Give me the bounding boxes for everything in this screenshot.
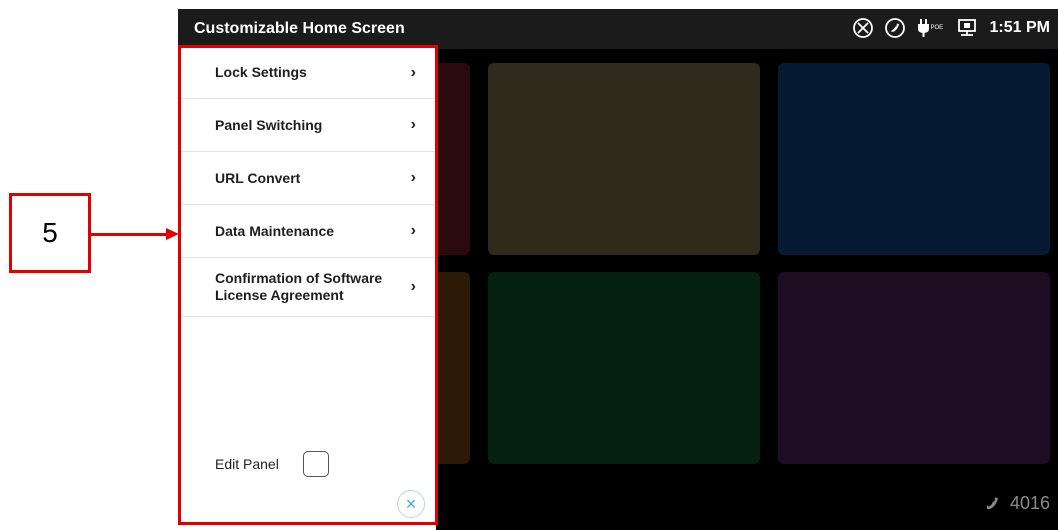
menu-item-label: Data Maintenance (215, 222, 335, 239)
extension-number-text: 4016 (1009, 493, 1050, 513)
home-tile-6[interactable] (778, 272, 1050, 464)
settings-drawer: Lock Settings › Panel Switching › URL Co… (178, 47, 436, 530)
menu-item-label: Confirmation of Software License Agreeme… (215, 270, 383, 303)
edit-panel-label: Edit Panel (215, 456, 279, 472)
chevron-right-icon: › (410, 222, 416, 239)
home-tile-3[interactable] (778, 63, 1050, 255)
close-drawer-button[interactable]: × (397, 490, 425, 518)
menu-item-panel-switching[interactable]: Panel Switching › (178, 99, 434, 152)
extension-number: 4016 (984, 493, 1050, 514)
menu-item-lock-settings[interactable]: Lock Settings › (178, 47, 434, 99)
status-bar: Customizable Home Screen POE 1:51 PM (178, 9, 1058, 49)
menu-item-label: Lock Settings (215, 64, 307, 80)
callout-number: 5 (42, 217, 58, 248)
screen-title: Customizable Home Screen (194, 20, 405, 37)
home-tile-2[interactable] (488, 63, 760, 255)
device-screen: 4016 Customizable Home Screen POE 1:51 P… (178, 9, 1058, 530)
edit-panel-checkbox[interactable] (303, 451, 329, 477)
poe-label: POE (930, 25, 943, 31)
callout-line (91, 233, 167, 236)
chevron-right-icon: › (410, 169, 416, 186)
home-tile-5[interactable] (488, 272, 760, 464)
chevron-right-icon: › (410, 116, 416, 133)
menu-item-label: Panel Switching (215, 116, 323, 133)
phone-handset-icon (986, 497, 998, 509)
network-disconnected-icon (852, 18, 873, 38)
close-icon: × (405, 493, 417, 514)
chevron-right-icon: › (410, 63, 416, 81)
menu-item-label: URL Convert (215, 169, 301, 186)
clock: 1:51 PM (989, 19, 1050, 36)
menu-item-license-agreement[interactable]: Confirmation of Software License Agreeme… (178, 258, 434, 317)
menu-item-url-convert[interactable]: URL Convert › (178, 152, 434, 205)
lan-icon (957, 19, 976, 36)
menu-item-data-maintenance[interactable]: Data Maintenance › (178, 205, 434, 258)
chevron-right-icon: › (410, 278, 416, 295)
poe-plug-icon: POE (917, 19, 943, 37)
callout-number-box: 5 (9, 193, 91, 273)
status-icons: POE 1:51 PM (852, 17, 1050, 39)
phone-icon (884, 18, 905, 38)
